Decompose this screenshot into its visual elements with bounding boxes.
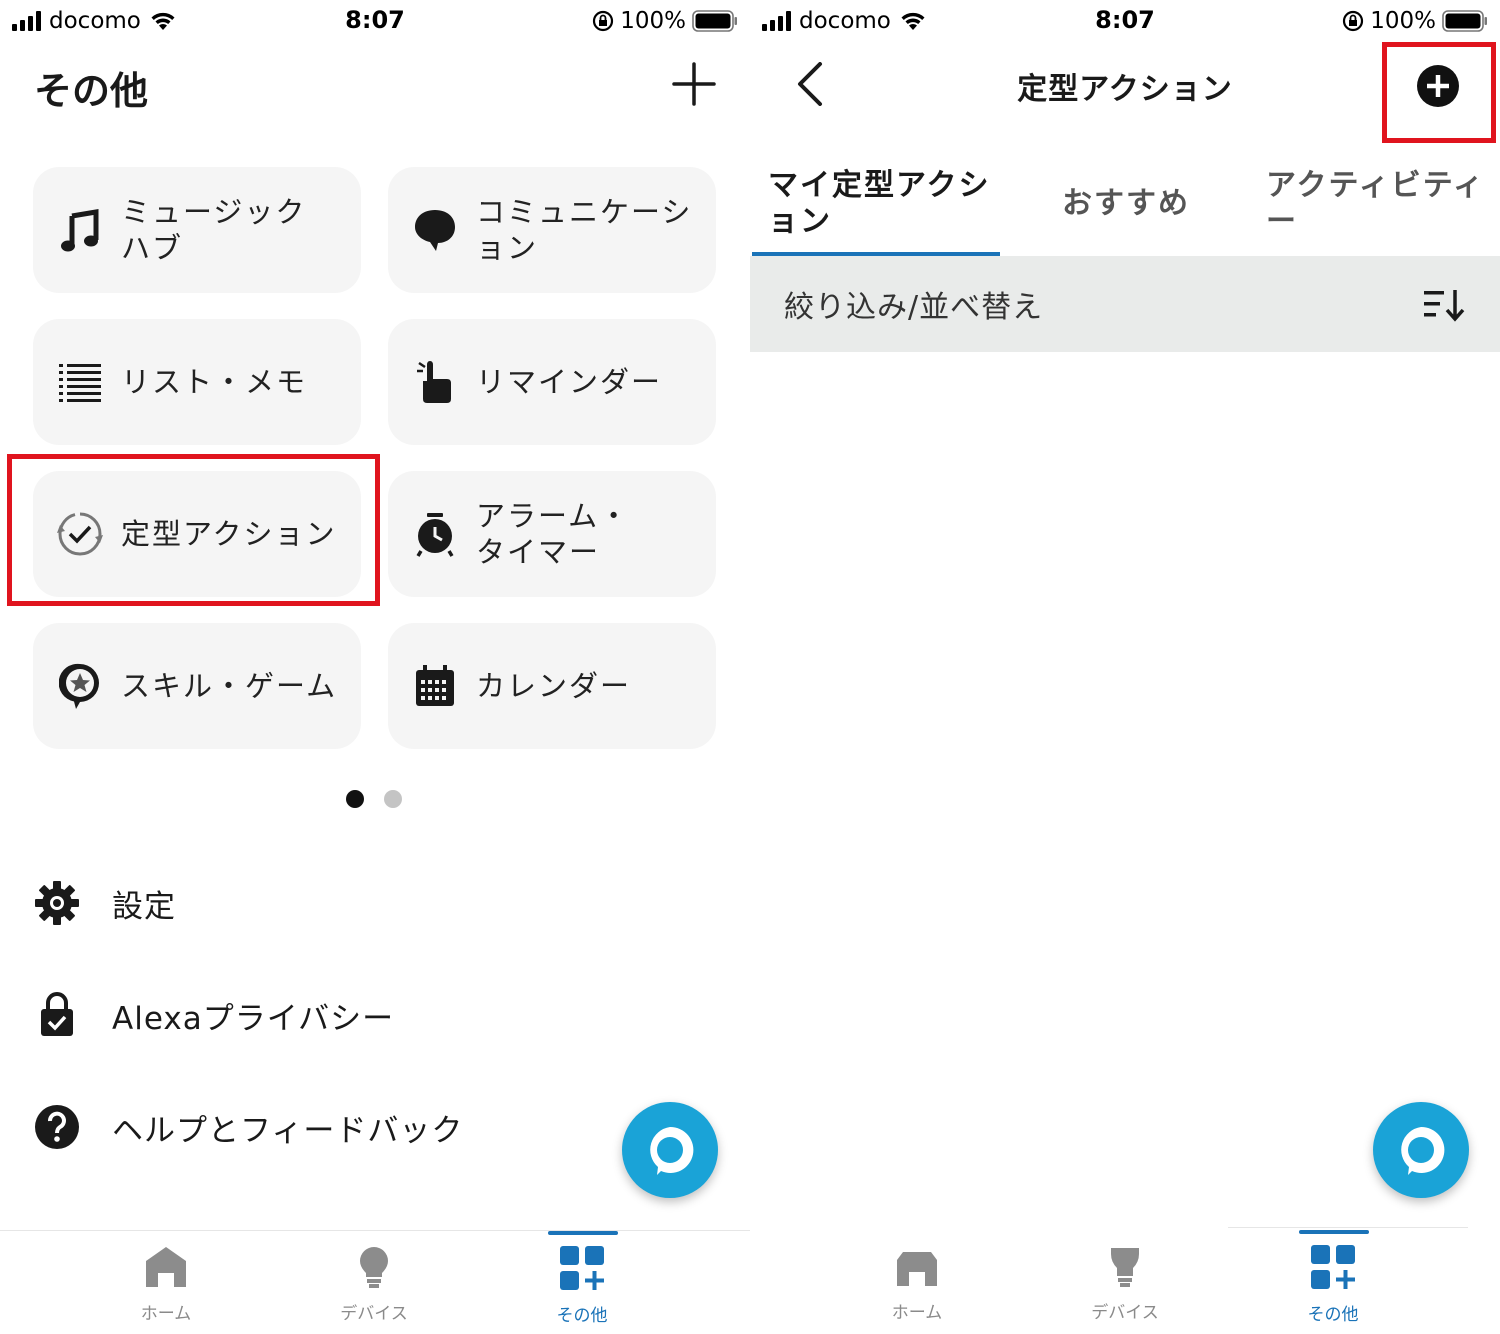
privacy-lock-icon [34,992,80,1038]
nav-devices[interactable]: デバイス [314,1245,434,1324]
bulb-icon [1111,1248,1139,1287]
routines-screen: docomo 8:07 100% 定型アクション マイ定型アクシ ョン おすすめ… [750,0,1500,1334]
tile-label: スキル・ゲーム [121,669,338,703]
tab-recommended[interactable]: おすすめ [1062,186,1190,222]
menu-help-feedback[interactable]: ヘルプとフィードバック [34,1104,463,1150]
nav-label: その他 [1307,1305,1359,1325]
music-note-icon [57,207,103,253]
rotation-lock-icon [1343,10,1364,32]
nav-home[interactable]: ホーム [857,1244,977,1323]
nav-active-indicator [1299,1230,1369,1234]
help-icon [34,1104,80,1150]
nav-label: ホーム [891,1303,943,1323]
filter-sort-label: 絞り込み/並べ替え [784,290,1044,325]
gear-icon [34,880,80,926]
tile-label: ミュージック ハブ [121,195,307,265]
battery-percent: 100% [1370,8,1436,34]
page-dot [384,790,402,808]
status-bar: docomo 8:07 100% [750,0,1500,42]
tile-lists[interactable]: リスト・メモ [33,319,361,445]
tile-label: カレンダー [476,669,632,703]
battery-icon [1442,10,1487,32]
tab-activity[interactable]: アクティビティ ー [1266,168,1485,240]
nav-more[interactable]: その他 [1273,1244,1393,1325]
nav-more[interactable]: その他 [522,1245,642,1326]
menu-alexa-privacy[interactable]: Alexaプライバシー [34,992,394,1038]
home-icon [897,1252,937,1286]
more-grid-icon [1311,1245,1355,1289]
alexa-button[interactable] [622,1102,718,1198]
nav-active-indicator [548,1231,618,1235]
tile-music-hub[interactable]: ミュージック ハブ [33,167,361,293]
calendar-icon [412,663,458,709]
list-icon [57,359,103,405]
filter-sort-bar[interactable]: 絞り込み/並べ替え [750,256,1500,352]
add-icon[interactable] [672,62,716,106]
bulb-icon [360,1247,388,1288]
tile-label: リスト・メモ [121,365,308,399]
nav-label: デバイス [1091,1303,1159,1323]
page-title: その他 [34,69,149,113]
sort-icon[interactable] [1424,288,1466,322]
bottom-nav: ホーム デバイス その他 [750,1227,1500,1334]
page-indicator[interactable] [346,790,402,808]
tile-reminders[interactable]: リマインダー [388,319,716,445]
nav-divider [1228,1227,1468,1228]
alarm-clock-icon [412,511,458,557]
tile-calendar[interactable]: カレンダー [388,623,716,749]
bottom-nav: ホーム デバイス その他 [0,1230,750,1334]
skill-star-icon [57,663,103,709]
finger-reminder-icon [412,359,458,405]
tile-label: アラーム・ タイマー [476,499,631,569]
alexa-icon [1401,1126,1445,1175]
nav-label: ホーム [140,1304,192,1324]
highlight-box-routines [7,454,380,606]
page-dot-active [346,790,364,808]
home-icon [146,1247,186,1287]
speech-bubble-icon [412,207,458,253]
menu-label: 設定 [112,888,176,925]
rotation-lock-icon [593,10,614,32]
battery-icon [692,10,737,32]
nav-home[interactable]: ホーム [106,1245,226,1324]
tile-skills-games[interactable]: スキル・ゲーム [33,623,361,749]
more-grid-icon [560,1246,604,1290]
tile-communication[interactable]: コミュニケーシ ョン [388,167,716,293]
tab-my-routines[interactable]: マイ定型アクシ ョン [768,168,991,240]
menu-label: Alexaプライバシー [112,1000,395,1037]
highlight-box-add [1382,42,1496,143]
menu-settings[interactable]: 設定 [34,880,176,926]
tile-label: コミュニケーシ ョン [476,195,693,265]
tile-alarms-timers[interactable]: アラーム・ タイマー [388,471,716,597]
nav-devices[interactable]: デバイス [1065,1244,1185,1323]
alexa-button[interactable] [1373,1102,1469,1198]
battery-percent: 100% [620,8,686,34]
menu-label: ヘルプとフィードバック [112,1112,464,1149]
more-screen: docomo 8:07 100% その他 ミュージック ハブ コミュニケーシ ョ… [0,0,750,1334]
nav-label: その他 [556,1306,608,1326]
tile-label: リマインダー [476,365,663,399]
nav-label: デバイス [340,1304,408,1324]
alexa-icon [650,1126,694,1175]
status-bar: docomo 8:07 100% [0,0,750,42]
